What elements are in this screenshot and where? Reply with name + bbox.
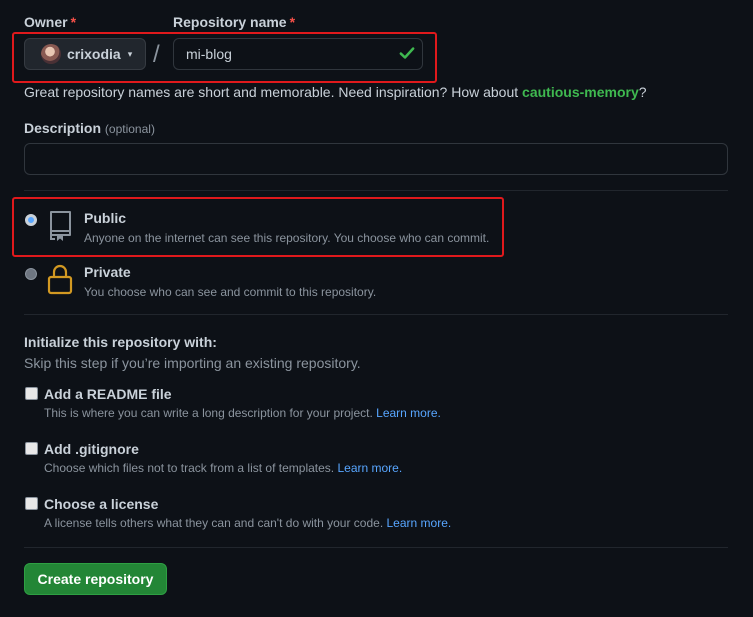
gitignore-learn-more-link[interactable]: Learn more. (337, 461, 402, 475)
public-highlight-box (12, 197, 504, 257)
owner-required-mark: * (70, 14, 77, 30)
initialize-subtitle: Skip this step if you’re importing an ex… (24, 355, 361, 371)
initialize-title: Initialize this repository with: (24, 334, 217, 350)
readme-description: This is where you can write a long descr… (44, 406, 441, 420)
gitignore-title: Add .gitignore (44, 441, 139, 457)
divider (24, 190, 728, 191)
license-learn-more-link[interactable]: Learn more. (387, 516, 452, 530)
repo-name-hint: Great repository names are short and mem… (24, 84, 647, 100)
divider (24, 314, 728, 315)
create-repository-button[interactable]: Create repository (24, 563, 167, 595)
repo-name-label: Repository name * (173, 14, 296, 30)
name-suggestion-link[interactable]: cautious-memory (522, 84, 639, 100)
owner-name-highlight-box (12, 32, 437, 83)
gitignore-description: Choose which files not to track from a l… (44, 461, 403, 475)
readme-title: Add a README file (44, 386, 172, 402)
description-label: Description (optional) (24, 120, 155, 136)
repo-name-required-mark: * (289, 14, 296, 30)
readme-learn-more-link[interactable]: Learn more. (376, 406, 441, 420)
license-checkbox[interactable] (25, 497, 38, 510)
license-description: A license tells others what they can and… (44, 516, 452, 530)
private-title: Private (84, 264, 131, 280)
readme-checkbox[interactable] (25, 387, 38, 400)
private-description: You choose who can see and commit to thi… (84, 285, 377, 299)
description-optional: (optional) (104, 122, 155, 136)
lock-icon (47, 264, 73, 295)
license-title: Choose a license (44, 496, 159, 512)
divider (24, 547, 728, 548)
gitignore-checkbox[interactable] (25, 442, 38, 455)
private-radio[interactable] (25, 268, 37, 280)
description-input[interactable] (24, 143, 728, 175)
owner-label: Owner * (24, 14, 77, 30)
